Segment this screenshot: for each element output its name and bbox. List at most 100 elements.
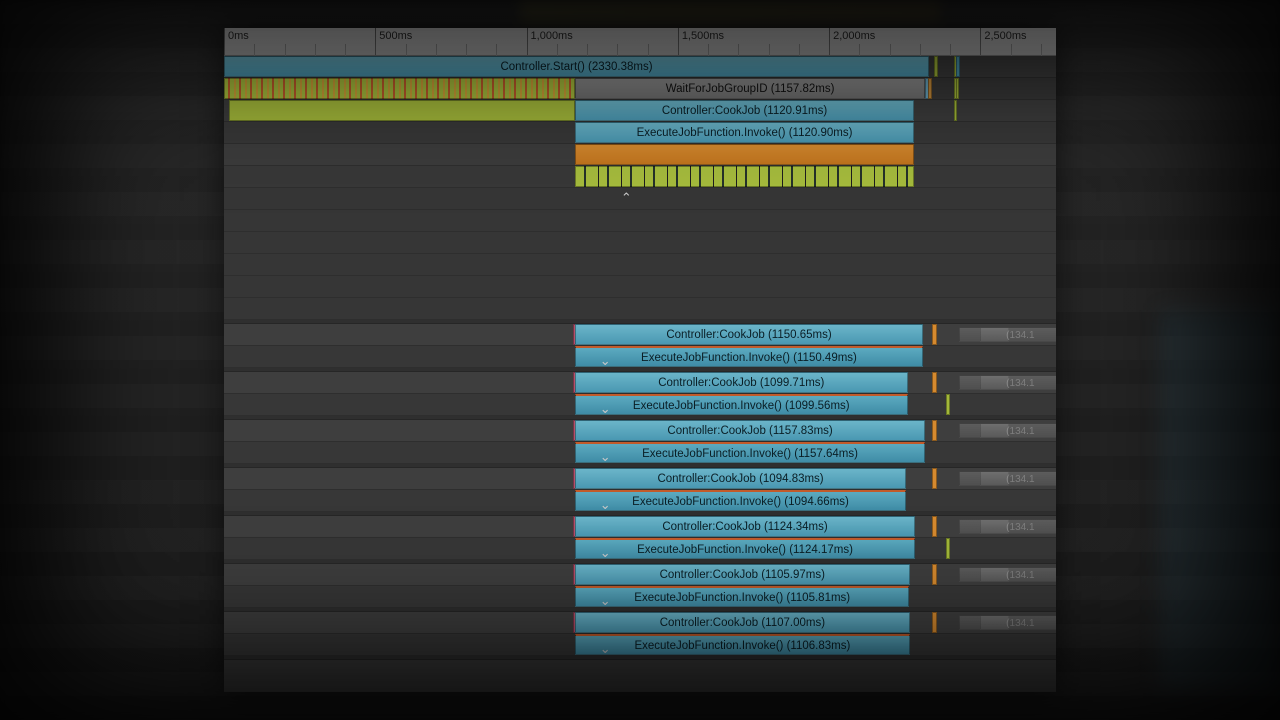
track-row[interactable] [224, 232, 1056, 254]
marker-bar[interactable] [934, 56, 938, 77]
worker-thread-group[interactable]: Controller:CookJob (1157.83ms) (134.1 Exec… [224, 420, 1056, 468]
ruler-tick-minor [617, 44, 618, 56]
ruler-tick-major: 2,000ms [829, 28, 875, 55]
ruler-tick-minor [1041, 44, 1042, 56]
ruler-tick-major: 1,000ms [527, 28, 573, 55]
track-row[interactable] [224, 210, 1056, 232]
timing-bar[interactable]: Controller:CookJob (1107.00ms) [575, 612, 910, 633]
ruler-tick-minor [769, 44, 770, 56]
track-row[interactable] [224, 254, 1056, 276]
ruler-tick-minor [950, 44, 951, 56]
timing-bar[interactable]: Controller:CookJob (1124.34ms) [575, 516, 915, 537]
timing-bar-tail[interactable]: (134.1 [980, 423, 1056, 438]
track-row[interactable]: ExecuteJobFunction.Invoke() (1157.64ms)⌄ [224, 442, 1056, 464]
track-row[interactable]: ExecuteJobFunction.Invoke() (1105.81ms)⌄ [224, 586, 1056, 608]
track-row[interactable] [224, 276, 1056, 298]
timing-bar[interactable]: ExecuteJobFunction.Invoke() (1157.64ms) [575, 442, 925, 463]
timing-bar[interactable]: Controller:CookJob (1120.91ms) [575, 100, 914, 121]
timing-bar[interactable] [229, 100, 575, 121]
track-row[interactable]: Controller.Start() (2330.38ms) [224, 56, 1056, 78]
track-row[interactable]: ExecuteJobFunction.Invoke() (1099.56ms)⌄ [224, 394, 1056, 416]
profiler-timeline-panel[interactable]: 0ms500ms1,000ms1,500ms2,000ms2,500ms Con… [224, 28, 1056, 692]
timing-bar-tail[interactable]: (134.1 [980, 615, 1056, 630]
timing-bar[interactable]: Controller:CookJob (1099.71ms) [575, 372, 908, 393]
worker-thread-group[interactable]: Controller:CookJob (1094.83ms) (134.1 Exec… [224, 468, 1056, 516]
ruler-tick-minor [1011, 44, 1012, 56]
marker-bar[interactable] [932, 420, 937, 441]
ruler-tick-major: 0ms [224, 28, 249, 55]
worker-thread-group[interactable]: Controller:CookJob (1124.34ms) (134.1 Exec… [224, 516, 1056, 564]
timing-bar[interactable]: ExecuteJobFunction.Invoke() (1120.90ms) [575, 122, 914, 143]
track-row[interactable]: Controller:CookJob (1107.00ms) (134.1 [224, 612, 1056, 634]
marker-bar[interactable] [956, 78, 959, 99]
timing-bar-tail[interactable]: (134.1 [980, 471, 1056, 486]
track-row[interactable]: ExecuteJobFunction.Invoke() (1120.90ms) [224, 122, 1056, 144]
timing-bar[interactable]: Controller:CookJob (1150.65ms) [575, 324, 923, 345]
timing-bar[interactable]: ExecuteJobFunction.Invoke() (1099.56ms) [575, 394, 908, 415]
timing-bar[interactable]: WaitForJobGroupID (1157.82ms) [575, 78, 925, 99]
timing-bar[interactable] [575, 166, 914, 187]
timing-bar[interactable]: Controller:CookJob (1105.97ms) [575, 564, 910, 585]
timing-bar[interactable]: ExecuteJobFunction.Invoke() (1094.66ms) [575, 490, 906, 511]
track-row[interactable]: Controller:CookJob (1105.97ms) (134.1 [224, 564, 1056, 586]
timing-bar-tail[interactable]: (134.1 [980, 519, 1056, 534]
track-row[interactable]: Controller:CookJob (1157.83ms) (134.1 [224, 420, 1056, 442]
track-row[interactable]: WaitForJobGroupID (1157.82ms) [224, 78, 1056, 100]
track-row[interactable] [224, 166, 1056, 188]
track-row[interactable]: ExecuteJobFunction.Invoke() (1124.17ms)⌄ [224, 538, 1056, 560]
worker-thread-group[interactable]: Controller:CookJob (1107.00ms) (134.1 Exec… [224, 612, 1056, 660]
timing-bar[interactable]: Controller.Start() (2330.38ms) [224, 56, 929, 77]
marker-bar[interactable] [954, 100, 957, 121]
track-row[interactable]: Controller:CookJob (1124.34ms) (134.1 [224, 516, 1056, 538]
ruler-tick-minor [920, 44, 921, 56]
ruler-tick-minor [315, 44, 316, 56]
marker-bar[interactable] [946, 394, 950, 415]
track-row[interactable]: Controller:CookJob (1120.91ms) [224, 100, 1056, 122]
ruler-tick-minor [496, 44, 497, 56]
marker-bar[interactable] [928, 78, 932, 99]
track-row[interactable] [224, 144, 1056, 166]
ruler-tick-minor [406, 44, 407, 56]
worker-thread-group[interactable]: Controller:CookJob (1105.97ms) (134.1 Exec… [224, 564, 1056, 612]
ruler-tick-minor [254, 44, 255, 56]
ruler-tick-minor [285, 44, 286, 56]
worker-thread-group[interactable]: Controller:CookJob (1099.71ms) (134.1 Exec… [224, 372, 1056, 420]
marker-bar[interactable] [932, 324, 937, 345]
ruler-tick-minor [345, 44, 346, 56]
track-row[interactable]: Controller:CookJob (1099.71ms) (134.1 [224, 372, 1056, 394]
timing-bar-tail[interactable]: (134.1 [980, 567, 1056, 582]
timing-bar-tail[interactable]: (134.1 [980, 327, 1056, 342]
time-ruler[interactable]: 0ms500ms1,000ms1,500ms2,000ms2,500ms [224, 28, 1056, 56]
ruler-tick-minor [890, 44, 891, 56]
track-row[interactable]: ExecuteJobFunction.Invoke() (1106.83ms)⌄ [224, 634, 1056, 656]
timeline-tracks[interactable]: Controller.Start() (2330.38ms)WaitForJob… [224, 56, 1056, 660]
marker-bar[interactable] [932, 468, 937, 489]
chevron-up-icon[interactable]: ⌃ [621, 190, 632, 206]
ruler-tick-minor [799, 44, 800, 56]
track-row[interactable]: Controller:CookJob (1094.83ms) (134.1 [224, 468, 1056, 490]
background-accent [520, 0, 940, 22]
background-right-glow [1160, 310, 1280, 690]
marker-bar[interactable] [932, 564, 937, 585]
timing-bar[interactable]: ExecuteJobFunction.Invoke() (1106.83ms) [575, 634, 910, 655]
track-row[interactable] [224, 298, 1056, 320]
track-row[interactable]: ExecuteJobFunction.Invoke() (1094.66ms)⌄ [224, 490, 1056, 512]
track-row[interactable]: Controller:CookJob (1150.65ms) (134.1 [224, 324, 1056, 346]
track-row[interactable]: ⌃ [224, 188, 1056, 210]
marker-bar[interactable] [932, 516, 937, 537]
marker-bar[interactable] [932, 612, 937, 633]
timing-bar[interactable]: ExecuteJobFunction.Invoke() (1105.81ms) [575, 586, 910, 607]
worker-thread-group[interactable]: Controller:CookJob (1150.65ms) (134.1 Exec… [224, 324, 1056, 372]
ruler-tick-minor [557, 44, 558, 56]
timing-bar[interactable] [224, 78, 575, 99]
marker-bar[interactable] [956, 56, 960, 77]
track-row[interactable]: ExecuteJobFunction.Invoke() (1150.49ms)⌄ [224, 346, 1056, 368]
timing-bar[interactable]: Controller:CookJob (1157.83ms) [575, 420, 925, 441]
timing-bar[interactable]: ExecuteJobFunction.Invoke() (1124.17ms) [575, 538, 915, 559]
timing-bar[interactable] [575, 144, 914, 165]
marker-bar[interactable] [946, 538, 950, 559]
marker-bar[interactable] [932, 372, 937, 393]
timing-bar[interactable]: ExecuteJobFunction.Invoke() (1150.49ms) [575, 346, 923, 367]
timing-bar[interactable]: Controller:CookJob (1094.83ms) [575, 468, 906, 489]
timing-bar-tail[interactable]: (134.1 [980, 375, 1056, 390]
